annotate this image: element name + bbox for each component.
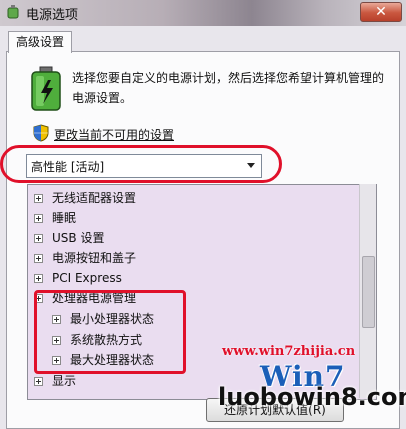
scrollbar-thumb[interactable] [362, 256, 375, 328]
expand-icon[interactable] [34, 234, 43, 243]
change-unavailable-settings-link[interactable]: 更改当前不可用的设置 [54, 126, 174, 143]
highlight-rectangle [34, 290, 186, 374]
tab-advanced-settings[interactable]: 高级设置 [8, 31, 73, 53]
expand-icon[interactable] [34, 254, 43, 263]
battery-icon [31, 66, 61, 111]
shield-icon [33, 124, 49, 142]
watermark-site: luobowin8.com [218, 383, 406, 411]
power-options-icon [7, 5, 19, 19]
watermark-url: www.win7zhijia.cn [222, 344, 356, 359]
close-button[interactable]: ✕ [360, 2, 402, 22]
expand-icon[interactable] [34, 377, 43, 386]
tree-scrollbar[interactable] [359, 184, 376, 398]
expand-icon[interactable] [34, 274, 43, 283]
expand-icon[interactable] [34, 214, 43, 223]
highlight-oval [0, 145, 282, 183]
expand-icon[interactable] [34, 194, 43, 203]
title-bar: 电源选项 ✕ [0, 0, 406, 26]
plan-description: 选择您要自定义的电源计划，然后选择您希望计算机管理的电源设置。 [72, 71, 385, 105]
window-title: 电源选项 [26, 8, 79, 23]
